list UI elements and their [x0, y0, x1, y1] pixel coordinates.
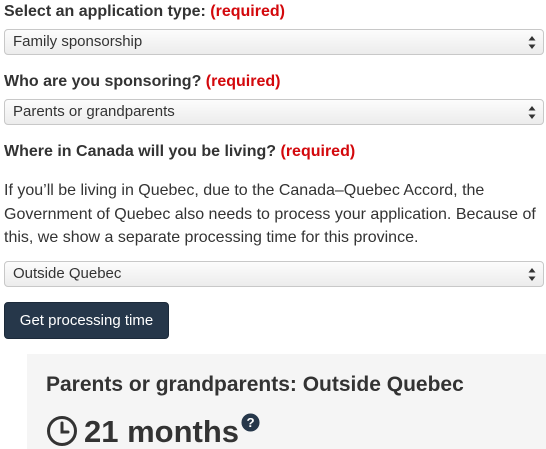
location-label: Where in Canada will you be living? (req… — [4, 141, 355, 163]
sponsoring-label: Who are you sponsoring? (required) — [4, 71, 280, 93]
required-marker: (required) — [280, 143, 356, 160]
get-processing-time-button[interactable]: Get processing time — [4, 302, 169, 339]
application-type-label-text: Select an application type: — [4, 3, 206, 20]
result-panel: Parents or grandparents: Outside Quebec … — [27, 354, 546, 449]
select-arrows-icon — [528, 106, 536, 119]
processing-time-page: Select an application type: (required) F… — [0, 0, 546, 449]
location-select[interactable]: Outside Quebec — [4, 261, 544, 287]
quebec-accord-note: If you’ll be living in Quebec, due to th… — [4, 182, 536, 246]
sponsoring-label-text: Who are you sponsoring? — [4, 73, 202, 90]
select-arrows-icon — [528, 36, 536, 49]
application-type-select[interactable]: Family sponsorship — [4, 29, 544, 55]
required-marker: (required) — [205, 73, 281, 90]
location-selected-value: Outside Quebec — [13, 265, 122, 282]
sponsoring-selected-value: Parents or grandparents — [13, 103, 175, 120]
clock-icon — [47, 416, 77, 446]
result-title: Parents or grandparents: Outside Quebec — [46, 373, 464, 396]
question-circle-icon[interactable]: ? — [241, 413, 260, 432]
location-label-text: Where in Canada will you be living? — [4, 143, 277, 160]
application-type-label: Select an application type: (required) — [4, 1, 285, 23]
required-marker: (required) — [210, 3, 285, 20]
svg-text:?: ? — [246, 415, 254, 430]
sponsoring-select[interactable]: Parents or grandparents — [4, 99, 544, 125]
processing-time-value: 21 months — [84, 414, 240, 449]
select-arrows-icon — [528, 268, 536, 281]
application-type-selected-value: Family sponsorship — [13, 33, 143, 50]
